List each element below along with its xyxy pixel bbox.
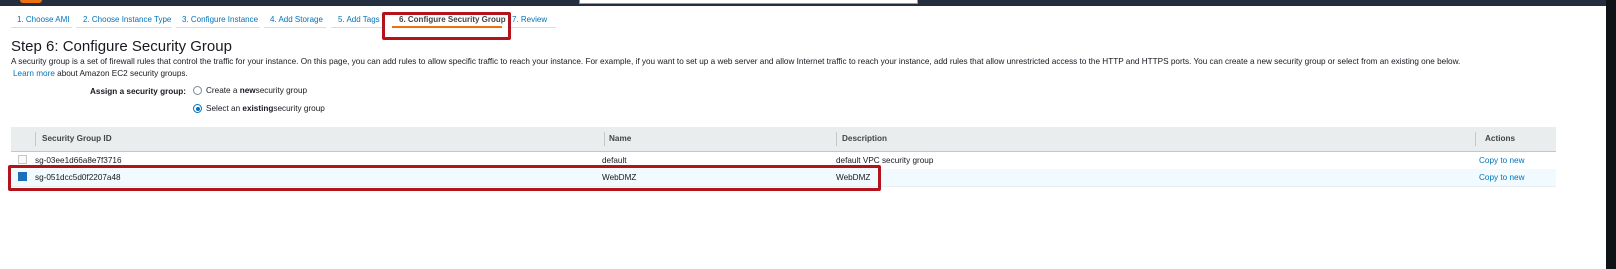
radio-create-bold: new [239,86,256,95]
radio-select-existing[interactable]: Select an existing security group [193,104,325,113]
wizard-step-configure-instance[interactable]: 3. Configure Instance [182,15,258,24]
wizard-step-review[interactable]: 7. Review [512,15,547,24]
row-checkbox[interactable] [18,155,27,164]
wizard-step-add-storage[interactable]: 4. Add Storage [270,15,323,24]
wizard-step-choose-instance-type[interactable]: 2. Choose Instance Type [83,15,171,24]
radio-button[interactable] [193,86,202,95]
step-divider [176,27,260,28]
page-description: A security group is a set of firewall ru… [11,57,1461,66]
assign-security-group-label: Assign a security group: [90,87,186,96]
radio-existing-bold: existing [242,104,274,113]
wizard-step-add-tags[interactable]: 5. Add Tags [338,15,380,24]
highlight-box-step [382,12,511,40]
step-divider [508,27,556,28]
window-edge [1606,0,1616,269]
radio-existing-suffix: security group [273,104,325,113]
step-divider [11,27,72,28]
column-separator [35,132,36,146]
row-name: default [602,156,627,165]
learn-more-suffix: about Amazon EC2 security groups. [54,69,188,78]
column-header-security-group-id[interactable]: Security Group ID [42,134,112,143]
copy-to-new-link[interactable]: Copy to new [1479,156,1525,165]
column-header-name[interactable]: Name [609,134,631,143]
radio-create-suffix: security group [255,86,308,95]
radio-existing-prefix: Select an [206,104,241,113]
learn-more-link[interactable]: Learn more [13,69,55,78]
radio-create-prefix: Create a [206,86,238,95]
copy-to-new-link[interactable]: Copy to new [1479,173,1525,182]
aws-logo-fragment [20,0,42,3]
page-title: Step 6: Configure Security Group [11,38,232,55]
row-security-group-id: sg-03ee1d66a8e7f3716 [35,156,122,165]
column-separator [604,132,605,146]
highlight-box-selected-row [8,165,881,191]
console-search-input[interactable] [579,0,918,4]
step-divider [76,27,172,28]
table-header: Security Group ID Name Description Actio… [11,127,1556,152]
column-separator [1475,132,1476,146]
column-header-description[interactable]: Description [842,134,887,143]
step-divider [264,27,326,28]
wizard-steps: 1. Choose AMI 2. Choose Instance Type 3.… [0,6,1606,28]
step-divider [331,27,384,28]
wizard-step-choose-ami[interactable]: 1. Choose AMI [17,15,69,24]
column-header-actions: Actions [1485,134,1516,143]
radio-button-checked[interactable] [193,104,202,113]
row-description: default VPC security group [836,156,934,165]
column-separator [836,132,837,146]
learn-more-line: Learn more about Amazon EC2 security gro… [13,69,188,78]
radio-create-new[interactable]: Create a new security group [193,86,307,95]
